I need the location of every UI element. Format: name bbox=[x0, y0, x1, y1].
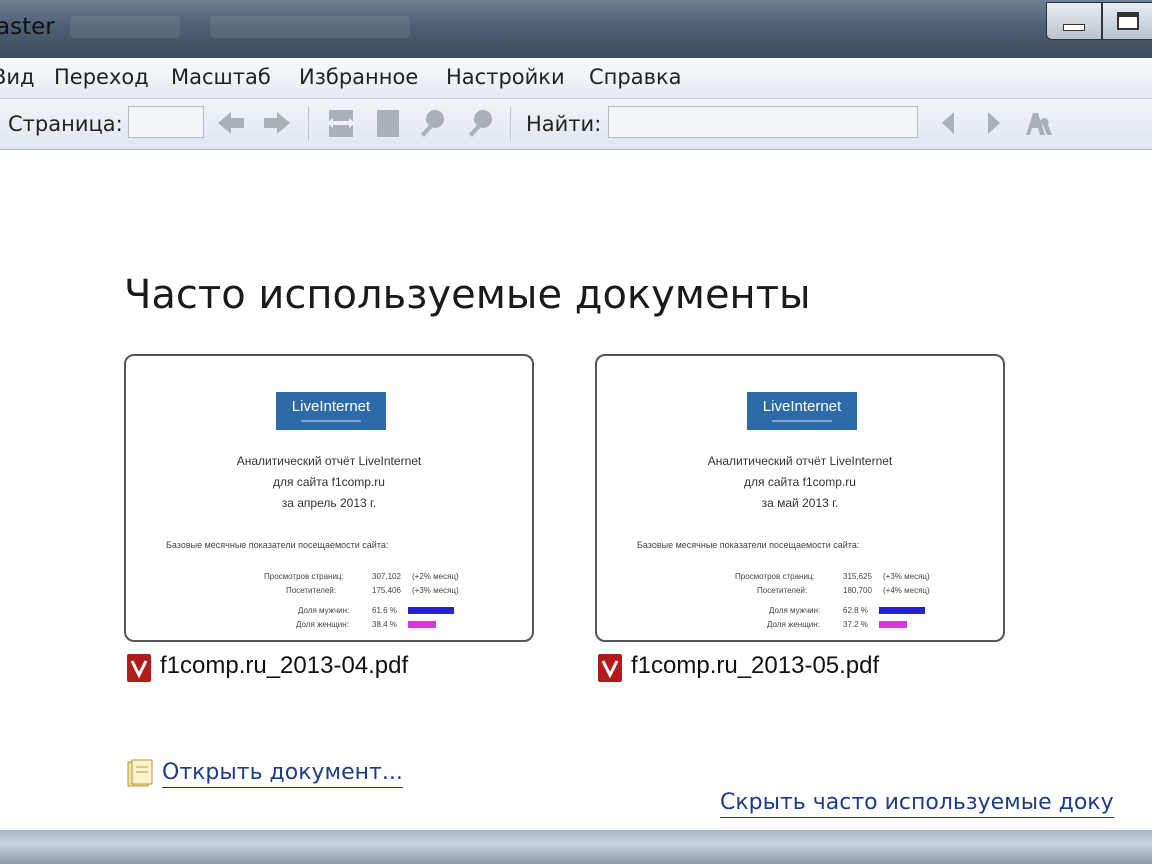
stat-label: Просмотров страниц: bbox=[264, 572, 344, 581]
page-title: Часто используемые документы bbox=[124, 272, 811, 318]
pdf-file-icon bbox=[598, 654, 622, 682]
report-site: для сайта f1comp.ru bbox=[744, 475, 856, 489]
document-filename[interactable]: f1comp.ru_2013-04.pdf bbox=[160, 652, 408, 680]
stat-value: 307,102 bbox=[372, 572, 401, 581]
recent-document[interactable]: LiveInternet Аналитический отчёт LiveInt… bbox=[124, 354, 536, 682]
stat-label: Посетителей: bbox=[757, 586, 808, 595]
minimize-button[interactable] bbox=[1046, 2, 1102, 40]
open-folder-icon bbox=[127, 759, 153, 787]
find-input[interactable] bbox=[608, 106, 918, 138]
pdf-file-icon bbox=[127, 654, 151, 682]
window-title: aster bbox=[0, 14, 55, 40]
page-label: Страница: bbox=[8, 112, 123, 136]
window-bottom-frame bbox=[0, 830, 1152, 864]
menu-item-zoom[interactable]: Масштаб bbox=[171, 65, 271, 89]
share-value: 37.2 % bbox=[843, 620, 868, 629]
maximize-button[interactable] bbox=[1102, 2, 1152, 40]
menu-item-navigate[interactable]: Переход bbox=[54, 65, 149, 89]
stat-value: 180,700 bbox=[843, 586, 872, 595]
maximize-icon bbox=[1117, 12, 1139, 30]
zoom-out-icon[interactable] bbox=[464, 107, 498, 139]
match-case-icon[interactable] bbox=[1020, 107, 1054, 139]
document-thumbnail[interactable]: LiveInternet Аналитический отчёт LiveInt… bbox=[595, 354, 1005, 642]
arrow-right-icon[interactable] bbox=[260, 107, 294, 139]
report-section: Базовые месячные показатели посещаемости… bbox=[637, 540, 860, 550]
report-section: Базовые месячные показатели посещаемости… bbox=[166, 540, 389, 550]
report-title: Аналитический отчёт LiveInternet bbox=[707, 454, 893, 468]
menu-item-favorites[interactable]: Избранное bbox=[299, 65, 418, 89]
start-page: Часто используемые документы LiveInterne… bbox=[0, 150, 1152, 830]
document-thumbnail[interactable]: LiveInternet Аналитический отчёт LiveInt… bbox=[124, 354, 534, 642]
menu-bar: Вид Переход Масштаб Избранное Настройки … bbox=[0, 58, 1152, 99]
report-period: за май 2013 г. bbox=[761, 496, 839, 510]
stat-note: (+4% месяц) bbox=[883, 586, 930, 595]
share-label: Доля женщин: bbox=[767, 620, 820, 629]
report-title: Аналитический отчёт LiveInternet bbox=[236, 454, 422, 468]
share-value: 38.4 % bbox=[372, 620, 397, 629]
liveinternet-logo: LiveInternet bbox=[276, 392, 386, 430]
stat-value: 175,406 bbox=[372, 586, 401, 595]
recent-document[interactable]: LiveInternet Аналитический отчёт LiveInt… bbox=[595, 354, 1007, 682]
share-label: Доля мужчин: bbox=[298, 606, 350, 615]
stat-value: 315,625 bbox=[843, 572, 872, 581]
share-label: Доля женщин: bbox=[296, 620, 349, 629]
stat-label: Просмотров страниц: bbox=[735, 572, 815, 581]
menu-item-settings[interactable]: Настройки bbox=[446, 65, 565, 89]
share-bar bbox=[879, 607, 925, 614]
toolbar: Страница: Найти: bbox=[0, 99, 1152, 150]
zoom-in-icon[interactable] bbox=[416, 107, 450, 139]
document-filename[interactable]: f1comp.ru_2013-05.pdf bbox=[631, 652, 879, 680]
report-period: за апрель 2013 г. bbox=[281, 496, 377, 510]
page-number-input[interactable] bbox=[128, 106, 204, 138]
title-bar-glare bbox=[210, 16, 410, 38]
menu-item-view[interactable]: Вид bbox=[0, 65, 35, 89]
window-controls bbox=[1046, 2, 1152, 40]
title-bar: aster bbox=[0, 0, 1152, 58]
stat-note: (+3% месяц) bbox=[412, 586, 459, 595]
stat-label: Посетителей: bbox=[286, 586, 337, 595]
toolbar-separator bbox=[510, 107, 512, 141]
report-site: для сайта f1comp.ru bbox=[273, 475, 385, 489]
find-prev-icon[interactable] bbox=[932, 107, 966, 139]
minimize-icon bbox=[1063, 23, 1085, 31]
find-label: Найти: bbox=[526, 112, 602, 136]
fit-page-icon[interactable] bbox=[370, 107, 404, 139]
menu-item-help[interactable]: Справка bbox=[589, 65, 682, 89]
fit-width-icon[interactable] bbox=[324, 107, 358, 139]
stat-note: (+2% месяц) bbox=[412, 572, 459, 581]
share-value: 61.6 % bbox=[372, 606, 397, 615]
find-next-icon[interactable] bbox=[976, 107, 1010, 139]
toolbar-separator bbox=[308, 107, 310, 141]
hide-recent-documents-link[interactable]: Скрыть часто используемые доку bbox=[720, 790, 1114, 818]
share-bar bbox=[408, 621, 436, 628]
share-bar bbox=[879, 621, 907, 628]
arrow-left-icon[interactable] bbox=[214, 107, 248, 139]
open-document-link[interactable]: Открыть документ... bbox=[162, 760, 403, 788]
stat-note: (+3% месяц) bbox=[883, 572, 930, 581]
share-value: 62.8 % bbox=[843, 606, 868, 615]
title-bar-glare bbox=[70, 16, 180, 38]
share-bar bbox=[408, 607, 454, 614]
liveinternet-logo: LiveInternet bbox=[747, 392, 857, 430]
share-label: Доля мужчин: bbox=[769, 606, 821, 615]
